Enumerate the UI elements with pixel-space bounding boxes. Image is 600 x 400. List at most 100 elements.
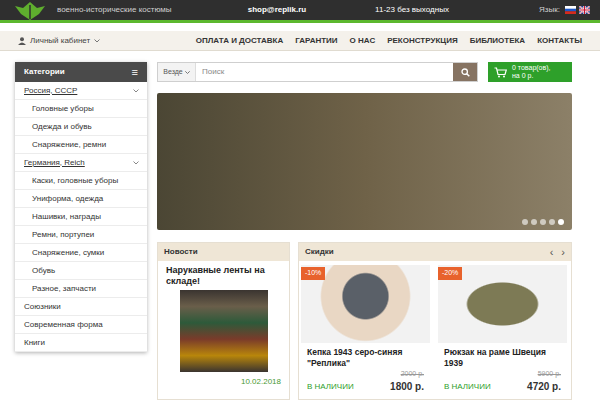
product-name[interactable]: Кепка 1943 серо-синяя "Реплика" (301, 347, 430, 369)
banner-slider[interactable] (157, 93, 572, 230)
product-name[interactable]: Рюкзак на раме Швеция 1939 (438, 347, 567, 369)
availability: В НАЛИЧИИ (444, 381, 491, 393)
chevron-down-icon (185, 71, 190, 74)
cart-button[interactable]: 0 товар(ов),на 0 р. (488, 62, 572, 82)
discounts-panel: Скидки ‹ › -10% Кепка 1943 серо-синяя "Репли… (298, 242, 572, 400)
sidebar-item[interactable]: Германия, Reich (15, 154, 147, 172)
old-price: 5900 р. (438, 369, 567, 379)
cart-count: 0 товар(ов), (512, 64, 551, 72)
user-icon (18, 37, 26, 45)
category-link[interactable]: Каски, головные уборы (15, 175, 118, 187)
nav-link[interactable]: ГАРАНТИИ (295, 35, 337, 47)
slider-dot[interactable] (540, 219, 546, 225)
search-icon (461, 68, 470, 77)
sidebar-item[interactable]: Нашивки, награды (15, 208, 147, 226)
accent-line (0, 20, 600, 23)
news-panel: Новости Нарукавные ленты на складе! 10.02.… (157, 242, 290, 400)
slider-dot[interactable] (549, 219, 555, 225)
products-row: -10%Кепка 1943 серо-синяя "Реплика"2000 … (299, 261, 571, 394)
chevron-down-icon (133, 89, 139, 93)
nav-link[interactable]: РЕКОНСТРУКЦИЯ (387, 35, 457, 47)
account-menu[interactable]: Личный кабинет (18, 35, 100, 47)
category-link[interactable]: Россия, СССР (15, 85, 77, 97)
price: 1800 р. (390, 379, 424, 394)
prev-arrow[interactable]: ‹ (550, 247, 554, 258)
news-header: Новости (158, 243, 289, 261)
category-sidebar: Категории ≡ Россия, СССР Головные уборы Одеж… (15, 62, 147, 352)
search-button[interactable] (453, 63, 477, 81)
nav-link[interactable]: ОПЛАТА И ДОСТАВКА (196, 35, 283, 47)
next-arrow[interactable]: › (561, 247, 565, 258)
slider-dot[interactable] (531, 219, 537, 225)
product-image[interactable]: -10% (301, 265, 430, 343)
news-headline[interactable]: Нарукавные ленты на складе! (166, 265, 281, 287)
search-scope-label[interactable]: Везде (163, 67, 182, 78)
product-card[interactable]: -20%Рюкзак на раме Швеция 19395900 р.В Н… (438, 265, 567, 394)
product-card[interactable]: -10%Кепка 1943 серо-синяя "Реплика"2000 … (301, 265, 430, 394)
search-box: Везде (157, 62, 478, 82)
sidebar-item[interactable]: Союзники (15, 298, 147, 316)
search-input[interactable] (196, 63, 453, 81)
category-link[interactable]: Головные уборы (15, 103, 94, 115)
sidebar-item[interactable]: Снаряжение, сумки (15, 244, 147, 262)
category-link[interactable]: Снаряжение, сумки (15, 247, 104, 259)
language-label: Язык: (539, 4, 560, 16)
spacer (0, 23, 600, 31)
ru-flag-icon[interactable] (565, 6, 576, 14)
page: военно-исторические костюмыshop@replik.r… (0, 0, 600, 400)
sidebar-item[interactable]: Униформа, одежда (15, 190, 147, 208)
price-row: В НАЛИЧИИ 4720 р. (438, 379, 567, 394)
category-link[interactable]: Униформа, одежда (15, 193, 103, 205)
sidebar-header: Категории ≡ (15, 62, 147, 82)
logo[interactable] (10, 0, 50, 20)
slider-dot[interactable] (558, 219, 564, 225)
sidebar-item[interactable]: Ремни, портупеи (15, 226, 147, 244)
discounts-title: Скидки (305, 246, 334, 258)
category-link[interactable]: Германия, Reich (15, 157, 85, 169)
discount-badge: -20% (438, 267, 462, 280)
category-link[interactable]: Снаряжение, ремни (15, 139, 106, 151)
category-link[interactable]: Разное, запчасти (15, 283, 96, 295)
sidebar-item[interactable]: Каски, головные уборы (15, 172, 147, 190)
sidebar-item[interactable]: Россия, СССР (15, 82, 147, 100)
product-image[interactable]: -20% (438, 265, 567, 343)
sidebar-item[interactable]: Разное, запчасти (15, 280, 147, 298)
account-label[interactable]: Личный кабинет (30, 35, 90, 47)
email-link[interactable]: shop@replik.ru (237, 4, 317, 16)
menu-icon[interactable]: ≡ (132, 67, 138, 78)
sidebar-title: Категории (24, 66, 65, 78)
sidebar-item[interactable]: Обувь (15, 262, 147, 280)
news-image[interactable] (180, 290, 268, 372)
search-scope[interactable]: Везде (158, 63, 196, 81)
sidebar-item[interactable]: Снаряжение, ремни (15, 136, 147, 154)
news-date: 10.02.2018 (166, 376, 281, 388)
price: 4720 р. (527, 379, 561, 394)
panels-row: Новости Нарукавные ленты на складе! 10.02.… (157, 242, 572, 400)
nav-menu: ОПЛАТА И ДОСТАВКА ГАРАНТИИ О НАС РЕКОНСТРУК… (196, 35, 582, 47)
price-row: В НАЛИЧИИ1800 р. (301, 379, 430, 394)
category-link[interactable]: Союзники (15, 301, 61, 313)
sidebar-item[interactable]: Одежда и обувь (15, 118, 147, 136)
top-bar: военно-исторические костюмыshop@replik.r… (0, 0, 600, 20)
category-link[interactable]: Обувь (15, 265, 55, 277)
chevron-down-icon (94, 39, 100, 43)
slider-dot[interactable] (522, 219, 528, 225)
sidebar-item[interactable]: Книги (15, 334, 147, 352)
nav-link[interactable]: О НАС (350, 35, 376, 47)
category-link[interactable]: Ремни, портупеи (15, 229, 94, 241)
cart-icon (494, 67, 507, 78)
discount-badge: -10% (301, 267, 325, 280)
sidebar-item[interactable]: Современная форма (15, 316, 147, 334)
nav-bar: Личный кабинетОПЛАТА И ДОСТАВКАГАРАНТИИО… (0, 31, 600, 51)
news-item[interactable]: Нарукавные ленты на складе! 10.02.2018 (158, 261, 289, 388)
sidebar-item[interactable]: Головные уборы (15, 100, 147, 118)
language-switch: Язык: (539, 4, 590, 16)
discounts-header: Скидки ‹ › (299, 243, 571, 261)
category-link[interactable]: Книги (15, 337, 45, 349)
en-flag-icon[interactable] (579, 6, 590, 14)
category-link[interactable]: Нашивки, награды (15, 211, 101, 223)
category-link[interactable]: Современная форма (15, 319, 103, 331)
category-link[interactable]: Одежда и обувь (15, 121, 92, 133)
nav-link[interactable]: БИБЛИОТЕКА (470, 35, 526, 47)
nav-link[interactable]: КОНТАКТЫ (537, 35, 582, 47)
